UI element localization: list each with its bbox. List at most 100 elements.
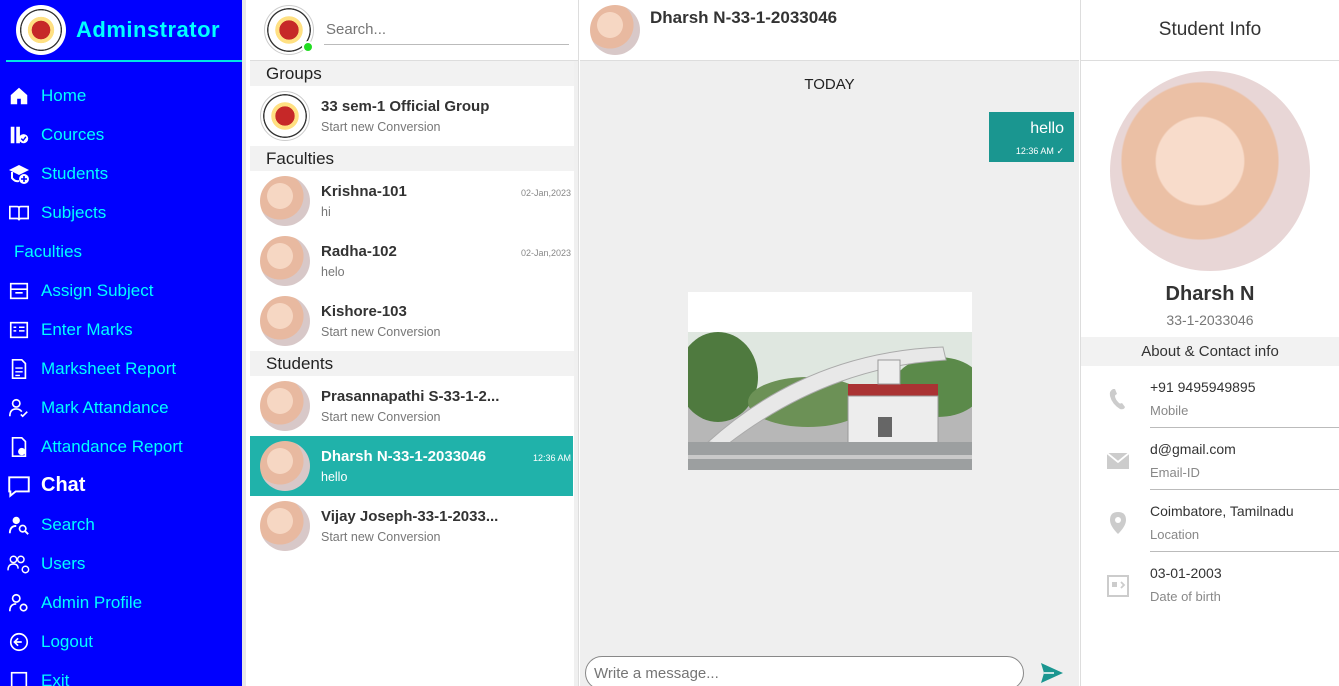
avatar[interactable]: [590, 5, 640, 55]
list-item-student-active[interactable]: Dharsh N-33-1-2033046 hello 12:36 AM: [250, 436, 573, 496]
sidebar-item-search[interactable]: Search: [0, 505, 246, 544]
sidebar-item-logout[interactable]: Logout: [0, 622, 246, 661]
marks-icon: [6, 317, 32, 343]
online-status-dot: [302, 41, 314, 53]
sidebar-item-label: Users: [41, 553, 86, 573]
avatar: [260, 236, 310, 286]
avatar: [260, 176, 310, 226]
sidebar-item-enter-marks[interactable]: Enter Marks: [0, 310, 246, 349]
students-icon: [6, 161, 32, 187]
search-input[interactable]: [324, 15, 569, 45]
item-last-message: Start new Conversion: [321, 530, 441, 544]
courses-icon: [6, 122, 32, 148]
item-name: Dharsh N-33-1-2033046: [321, 448, 487, 465]
item-last-message: hi: [321, 205, 331, 219]
sidebar-item-label: Assign Subject: [41, 280, 154, 300]
sidebar-item-admin-profile[interactable]: Admin Profile: [0, 583, 246, 622]
home-icon: [6, 83, 32, 109]
calendar-icon: [1105, 572, 1131, 598]
sidebar-item-subjects[interactable]: Subjects: [0, 193, 246, 232]
sidebar-item-assign-subject[interactable]: Assign Subject: [0, 271, 246, 310]
message-input[interactable]: [585, 656, 1024, 686]
info-value: Coimbatore, Tamilnadu: [1150, 503, 1294, 519]
sidebar-item-students[interactable]: Students: [0, 154, 246, 193]
mail-icon: [1105, 448, 1131, 474]
info-label: Date of birth: [1150, 589, 1221, 604]
info-row-location: Coimbatore, Tamilnadu Location: [1081, 490, 1339, 552]
conversation-title: Dharsh N-33-1-2033046: [650, 8, 838, 27]
sidebar-scrollbar[interactable]: [242, 0, 246, 686]
message-time-row: 12:36 AM ✓: [989, 146, 1064, 157]
attendance-icon: [6, 395, 32, 421]
student-name: Dharsh N: [1165, 283, 1255, 305]
sidebar-item-label: Mark Attandance: [41, 397, 169, 417]
sidebar-item-attandance-report[interactable]: Attandance Report: [0, 427, 246, 466]
sidebar-item-label: Students: [41, 163, 109, 183]
sidebar-item-label: Exit: [41, 670, 70, 686]
conversation-header: Dharsh N-33-1-2033046: [580, 0, 1079, 61]
sidebar-item-label: Chat: [41, 474, 86, 496]
phone-icon: [1105, 386, 1131, 412]
avatar: [260, 501, 310, 551]
sidebar-item-exit[interactable]: Exit: [0, 661, 246, 686]
conversation-panel: Dharsh N-33-1-2033046 TODAY hello 12:36 …: [580, 0, 1079, 686]
item-date: 02-Jan,2023: [520, 188, 571, 198]
sidebar-item-label: Logout: [41, 631, 93, 651]
list-item-faculty[interactable]: Krishna-101 hi 02-Jan,2023: [250, 171, 573, 231]
item-last-message: Start new Conversion: [321, 120, 441, 134]
chat-list-panel: Groups 33 sem-1 Official Group Start new…: [250, 0, 579, 686]
item-name: Vijay Joseph-33-1-2033...: [321, 508, 499, 525]
location-icon: [1105, 510, 1131, 536]
info-header: Student Info: [1081, 0, 1339, 61]
sidebar-header: Adminstrator: [6, 0, 244, 62]
shared-image[interactable]: [688, 292, 972, 470]
item-name: Prasannapathi S-33-1-2...: [321, 388, 500, 405]
admin-profile-icon: [6, 590, 32, 616]
info-row-email: d@gmail.com Email-ID: [1081, 428, 1339, 490]
campus-gate-image: [688, 292, 972, 470]
attendance-report-icon: [6, 434, 32, 460]
student-info-panel: Student Info Dharsh N 33-1-2033046 About…: [1080, 0, 1339, 686]
day-separator: TODAY: [804, 76, 855, 93]
sidebar-item-users[interactable]: Users: [0, 544, 246, 583]
item-name: Radha-102: [321, 243, 397, 260]
avatar: [260, 441, 310, 491]
sidebar-item-faculties[interactable]: Faculties: [0, 232, 246, 271]
list-item-student[interactable]: Prasannapathi S-33-1-2... Start new Conv…: [250, 376, 573, 436]
message-text: hello: [1030, 120, 1064, 137]
sidebar-item-label: Attandance Report: [41, 436, 183, 456]
send-icon: [1041, 663, 1063, 683]
info-value: d@gmail.com: [1150, 441, 1236, 457]
section-title: About & Contact info: [1081, 337, 1339, 366]
list-item-faculty[interactable]: Radha-102 helo 02-Jan,2023: [250, 231, 573, 291]
my-avatar[interactable]: [264, 5, 314, 55]
exit-icon: [6, 668, 32, 686]
list-item-student[interactable]: Vijay Joseph-33-1-2033... Start new Conv…: [250, 496, 573, 556]
sidebar-title: Adminstrator: [76, 17, 221, 42]
institute-logo: [16, 5, 66, 55]
item-name: Kishore-103: [321, 303, 407, 320]
item-last-message: helo: [321, 265, 345, 279]
info-label: Mobile: [1150, 403, 1189, 418]
sidebar-item-mark-attandance[interactable]: Mark Attandance: [0, 388, 246, 427]
section-faculties: Faculties: [250, 146, 578, 171]
list-item-faculty[interactable]: Kishore-103 Start new Conversion: [250, 291, 573, 351]
chat-list-scrollbar[interactable]: [574, 61, 578, 686]
sent-message-bubble[interactable]: hello 12:36 AM ✓: [989, 112, 1074, 162]
info-value: +91 9495949895: [1150, 379, 1256, 395]
item-name: 33 sem-1 Official Group: [321, 98, 490, 115]
sidebar-item-cources[interactable]: Cources: [0, 115, 246, 154]
avatar: [260, 296, 310, 346]
logout-icon: [6, 629, 32, 655]
sidebar-item-label: Faculties: [14, 241, 83, 261]
info-value: 03-01-2003: [1150, 565, 1222, 581]
avatar: [260, 381, 310, 431]
send-button[interactable]: [1040, 662, 1066, 686]
item-date: 12:36 AM: [532, 453, 571, 463]
sidebar-item-marksheet-report[interactable]: Marksheet Report: [0, 349, 246, 388]
item-last-message: Start new Conversion: [321, 325, 441, 339]
sidebar-item-chat[interactable]: Chat: [0, 466, 246, 505]
sidebar-item-home[interactable]: Home: [0, 76, 246, 115]
section-groups: Groups: [250, 61, 578, 86]
list-item-group[interactable]: 33 sem-1 Official Group Start new Conver…: [250, 86, 573, 146]
